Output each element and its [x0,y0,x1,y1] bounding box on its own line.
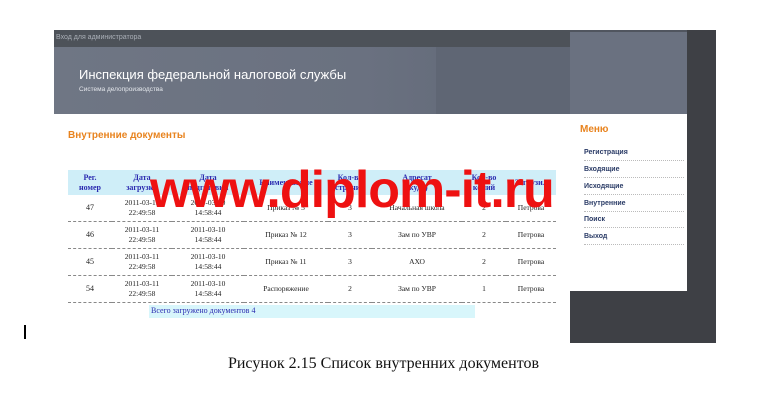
prep-date: 2011-03-10 14:58:44 [172,275,244,303]
copy-count: 2 [462,221,506,249]
admin-bar: Вход для администратора [54,30,570,47]
table-row[interactable]: 46 2011-03-11 22:49:58 2011-03-10 14:58:44… [68,221,556,249]
reg-number: 54 [68,275,112,303]
figure-caption: Рисунок 2.15 Список внутренних документо… [227,355,540,372]
menu-item-logout[interactable]: Выход [584,231,684,245]
reg-number: 47 [68,195,112,222]
sidebar-menu: Меню Регистрация Входящие Исходящие Внут… [570,114,687,291]
header-decoration [436,47,570,114]
site-title: Инспекция федеральной налоговой службы [79,67,347,82]
column-header[interactable]: Рег. номер [68,170,112,195]
document-name[interactable]: Распоряжение [244,275,328,303]
addressee: Зам по УВР [372,275,462,303]
page-count: 3 [328,248,372,276]
addressee: Зам по УВР [372,221,462,249]
watermark: www.diplom-it.ru [150,161,555,219]
menu-title: Меню [580,124,609,135]
document-name[interactable]: Приказ № 11 [244,248,328,276]
sidebar-header-edge [570,30,687,32]
admin-login-link[interactable]: Вход для администратора [56,34,141,41]
uploaded-by: Петрова [506,248,556,276]
main-content: Внутренние документы Рег. номер Дата загру… [54,114,570,343]
total-bar: Всего загружено документов 4 [149,305,475,318]
menu-item-search[interactable]: Поиск [584,214,684,228]
reg-number: 46 [68,221,112,249]
menu-item-registration[interactable]: Регистрация [584,147,684,161]
menu-item-outgoing[interactable]: Исходящие [584,181,684,195]
menu-item-incoming[interactable]: Входящие [584,164,684,178]
addressee: АХО [372,248,462,276]
uploaded-by: Петрова [506,221,556,249]
page-count: 2 [328,275,372,303]
upload-date: 2011-03-11 22:49:58 [112,248,172,276]
copy-count: 1 [462,275,506,303]
prep-date: 2011-03-10 14:58:44 [172,221,244,249]
upload-date: 2011-03-11 22:49:58 [112,221,172,249]
prep-date: 2011-03-10 14:58:44 [172,248,244,276]
copy-count: 2 [462,248,506,276]
right-margin [687,30,716,343]
site-header: Инспекция федеральной налоговой службы С… [54,47,570,114]
uploaded-by: Петрова [506,275,556,303]
menu-item-internal[interactable]: Внутренние [584,198,684,212]
page-title: Внутренние документы [68,130,186,141]
total-count-text: Всего загружено документов 4 [151,306,256,315]
page-count: 3 [328,221,372,249]
reg-number: 45 [68,248,112,276]
corner-marker [24,325,26,339]
upload-date: 2011-03-11 22:49:58 [112,275,172,303]
table-row[interactable]: 45 2011-03-11 22:49:58 2011-03-10 14:58:44… [68,248,556,276]
table-row[interactable]: 54 2011-03-11 22:49:58 2011-03-10 14:58:44… [68,275,556,303]
site-subtitle: Система делопроизводства [79,86,163,93]
sidebar-header [570,30,687,114]
document-name[interactable]: Приказ № 12 [244,221,328,249]
